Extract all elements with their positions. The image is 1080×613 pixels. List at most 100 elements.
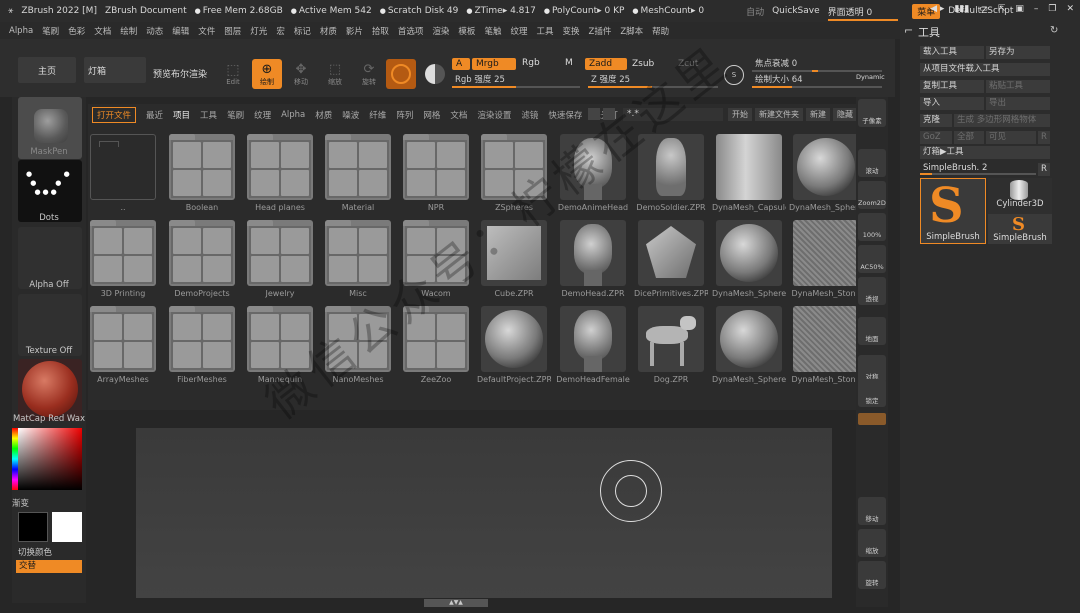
move-button[interactable]: ✥ 移动 bbox=[286, 59, 316, 89]
layout-icon[interactable]: ▭ bbox=[979, 4, 988, 14]
menu-item[interactable]: 渲染 bbox=[432, 25, 449, 37]
browser-item[interactable]: ZSpheres bbox=[481, 134, 547, 216]
browser-tab[interactable]: 渲染设置 bbox=[477, 109, 511, 121]
browser-tab[interactable]: 文档 bbox=[450, 109, 467, 121]
view-control-button[interactable]: 缩放 bbox=[858, 529, 886, 557]
focal-shift-slider[interactable]: 焦点衰减 0 bbox=[752, 58, 882, 72]
tool-thumb-simplebrush-2[interactable]: S SimpleBrush bbox=[988, 214, 1052, 244]
next-arrow-icon[interactable] bbox=[603, 108, 615, 120]
view-control-button[interactable]: AC50% bbox=[858, 245, 886, 273]
browser-item[interactable]: DynaMesh_Sphere bbox=[789, 134, 863, 216]
zadd-button[interactable]: Zadd bbox=[585, 58, 627, 70]
browser-item[interactable]: Wacom bbox=[403, 220, 469, 302]
zcut-button[interactable]: Zcut bbox=[678, 59, 698, 69]
browser-tab[interactable]: 笔刷 bbox=[227, 109, 244, 121]
restore-icon[interactable]: ❐ bbox=[1048, 4, 1056, 14]
draw-button[interactable]: ⊕ 绘制 bbox=[252, 59, 282, 89]
all-button[interactable]: 全部 bbox=[954, 131, 984, 144]
rgb-intensity-slider[interactable]: Rgb 强度 25 bbox=[452, 74, 580, 88]
view-control-button[interactable]: 透视 bbox=[858, 277, 886, 305]
lightbox-tools-button[interactable]: 灯箱▶工具 bbox=[920, 146, 1050, 159]
browser-tab[interactable]: 快速保存 bbox=[548, 109, 582, 121]
dynamic-toggle[interactable]: Dynamic bbox=[856, 73, 885, 81]
browser-action-button[interactable]: 隐藏 bbox=[833, 108, 857, 121]
goz-button[interactable]: GoZ bbox=[920, 131, 952, 144]
hue-strip[interactable] bbox=[12, 428, 18, 490]
home-button[interactable]: 主页 bbox=[18, 57, 76, 83]
browser-item[interactable]: DemoHead.ZPR bbox=[560, 220, 626, 302]
menu-item[interactable]: 纹理 bbox=[510, 25, 527, 37]
load-from-project-button[interactable]: 从项目文件载入工具 bbox=[920, 63, 1050, 76]
fullscreen-icon[interactable]: ⇱ bbox=[998, 4, 1006, 14]
browser-item[interactable]: DynaMesh_Sphere bbox=[712, 220, 786, 302]
rotate-button[interactable]: ⟳ 旋转 bbox=[354, 59, 384, 89]
browser-item[interactable]: DemoSoldier.ZPR bbox=[636, 134, 706, 216]
view-control-button[interactable]: 子像素 bbox=[858, 99, 886, 127]
import-button[interactable]: 导入 bbox=[920, 97, 984, 110]
browser-tab[interactable]: 纹理 bbox=[254, 109, 271, 121]
refresh-icon[interactable]: ↻ bbox=[1050, 25, 1058, 36]
browser-tab[interactable]: 最近 bbox=[146, 109, 163, 121]
minimize-icon[interactable]: – bbox=[1034, 4, 1039, 14]
secondary-color-swatch[interactable] bbox=[52, 512, 82, 542]
browser-item[interactable]: 3D Printing bbox=[90, 220, 156, 302]
material-sphere-icon[interactable] bbox=[420, 59, 450, 89]
browser-item[interactable]: Boolean bbox=[169, 134, 235, 216]
zsub-button[interactable]: Zsub bbox=[632, 59, 654, 69]
quicksave-button[interactable]: QuickSave bbox=[772, 6, 820, 16]
browser-item[interactable]: DemoHeadFemale bbox=[556, 306, 630, 388]
menu-item[interactable]: Z脚本 bbox=[620, 25, 643, 37]
mrgb-button[interactable]: Mrgb bbox=[472, 58, 516, 70]
menu-item[interactable]: 色彩 bbox=[68, 25, 85, 37]
browser-item[interactable]: Head planes bbox=[247, 134, 313, 216]
browser-item[interactable]: DicePrimitives.ZPR bbox=[634, 220, 708, 302]
browser-tab[interactable]: 项目 bbox=[173, 109, 190, 121]
menu-item[interactable]: 模板 bbox=[458, 25, 475, 37]
menu-item[interactable]: 首选项 bbox=[398, 25, 424, 37]
color-picker[interactable] bbox=[18, 428, 82, 490]
menu-item[interactable]: 灯光 bbox=[250, 25, 267, 37]
browser-action-button[interactable]: 新建 bbox=[806, 108, 830, 121]
save-as-button[interactable]: 另存为 bbox=[986, 46, 1050, 59]
grip-icon[interactable]: ▮▮▮ bbox=[954, 4, 969, 14]
browser-tab[interactable]: 打开文件 bbox=[92, 107, 137, 123]
primary-color-swatch[interactable] bbox=[18, 512, 48, 542]
browser-item[interactable]: Cube.ZPR bbox=[481, 220, 547, 302]
browser-action-button[interactable]: 开始 bbox=[728, 108, 752, 121]
file-filter-input[interactable]: *.* bbox=[623, 108, 723, 121]
rgb-button[interactable]: Rgb bbox=[522, 58, 540, 68]
visible-button[interactable]: 可见 bbox=[986, 131, 1036, 144]
view-control-button[interactable]: Zoom2D bbox=[858, 181, 886, 209]
m-button[interactable]: M bbox=[565, 58, 573, 68]
view-control-button[interactable]: 移动 bbox=[858, 497, 886, 525]
browser-item[interactable]: FiberMeshes bbox=[169, 306, 235, 388]
menu-item[interactable]: 影片 bbox=[346, 25, 363, 37]
view-control-button[interactable]: 旋转 bbox=[858, 561, 886, 589]
tool-thumb-cylinder[interactable]: Cylinder3D bbox=[988, 178, 1052, 214]
browser-tab[interactable]: 纤维 bbox=[369, 109, 386, 121]
switch-color-button[interactable]: 切换颜色 bbox=[18, 546, 52, 558]
close-icon[interactable]: ✕ bbox=[1066, 4, 1074, 14]
view-control-button[interactable]: 锁定 bbox=[858, 379, 886, 407]
paste-tool-button[interactable]: 粘贴工具 bbox=[986, 80, 1050, 93]
browser-item[interactable]: DynaMesh_Stone bbox=[791, 306, 861, 388]
ui-transparency-slider[interactable]: 界面透明 0 bbox=[827, 5, 898, 21]
view-control-button[interactable]: 地面 bbox=[858, 317, 886, 345]
browser-item[interactable]: .. bbox=[90, 134, 156, 216]
menu-item[interactable]: Z插件 bbox=[589, 25, 612, 37]
browser-item[interactable]: Misc bbox=[325, 220, 391, 302]
menu-item[interactable]: 材质 bbox=[320, 25, 337, 37]
a-button[interactable]: A bbox=[452, 58, 470, 70]
browser-tab[interactable]: 工具 bbox=[200, 109, 217, 121]
copy-tool-button[interactable]: 复制工具 bbox=[920, 80, 984, 93]
menu-item[interactable]: 绘制 bbox=[120, 25, 137, 37]
browser-tab[interactable]: Alpha bbox=[281, 110, 305, 120]
browser-item[interactable]: ArrayMeshes bbox=[90, 306, 156, 388]
z-intensity-slider[interactable]: Z 强度 25 bbox=[588, 74, 718, 88]
browser-item[interactable]: Jewelry bbox=[247, 220, 313, 302]
browser-item[interactable]: DynaMesh_Sphere bbox=[712, 306, 786, 388]
view-control-button[interactable]: 100% bbox=[858, 213, 886, 241]
menu-item[interactable]: 动态 bbox=[146, 25, 163, 37]
browser-item[interactable]: Mannequin bbox=[247, 306, 313, 388]
browser-item[interactable]: Dog.ZPR bbox=[638, 306, 704, 388]
